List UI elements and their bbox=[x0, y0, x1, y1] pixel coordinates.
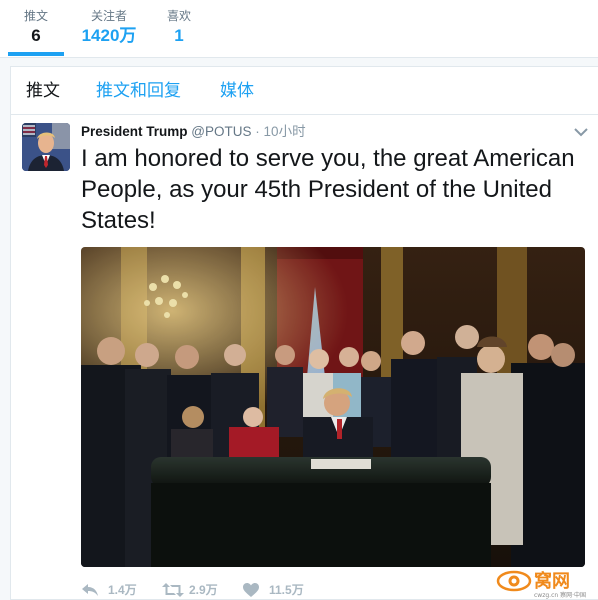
tweet-text: I am honored to serve you, the great Ame… bbox=[81, 145, 575, 234]
header-separator: · bbox=[255, 124, 260, 139]
retweet-count: 2.9万 bbox=[189, 583, 218, 597]
retweet-button[interactable]: 2.9万 bbox=[162, 581, 232, 599]
stat-tweets[interactable]: 推文 6 bbox=[18, 8, 54, 46]
tweet-timestamp[interactable]: 10小时 bbox=[264, 124, 306, 139]
reply-arrow-icon bbox=[82, 584, 98, 596]
chevron-down-icon[interactable] bbox=[574, 125, 588, 137]
tweet-header: President Trump @POTUS · 10小时 bbox=[81, 123, 306, 141]
watermark-sub-text: cwzg.cn 察网·中国 bbox=[534, 591, 586, 599]
tweet-photo[interactable] bbox=[81, 247, 585, 567]
author-avatar[interactable] bbox=[22, 123, 70, 171]
like-button[interactable]: 11.5万 bbox=[242, 581, 312, 599]
watermark-eye-logo-icon: 窝网 cwzg.cn 察网·中国 bbox=[496, 570, 586, 599]
tab-media[interactable]: 媒体 bbox=[220, 80, 254, 102]
site-watermark-logo: 窝网 cwzg.cn 察网·中国 bbox=[494, 566, 598, 600]
stat-likes-value: 1 bbox=[174, 26, 184, 45]
retweet-icon bbox=[162, 583, 184, 597]
stat-followers-value: 1420万 bbox=[81, 26, 137, 45]
photo-signing-ceremony bbox=[81, 247, 585, 567]
stat-likes[interactable]: 喜欢 1 bbox=[160, 8, 198, 46]
heart-icon bbox=[243, 583, 259, 597]
watermark-logo-text: 窝网 bbox=[534, 570, 570, 592]
stat-followers-label: 关注者 bbox=[90, 9, 127, 23]
stat-tweets-value: 6 bbox=[31, 26, 41, 45]
author-name[interactable]: President Trump bbox=[81, 124, 188, 139]
profile-stats-bar: 推文 6 关注者 1420万 喜欢 1 bbox=[0, 0, 598, 58]
stat-tweets-label: 推文 bbox=[23, 9, 48, 23]
timeline-tabs: 推文 推文和回复 媒体 bbox=[11, 67, 598, 115]
tab-tweets-and-replies[interactable]: 推文和回复 bbox=[96, 80, 181, 102]
active-stat-indicator bbox=[8, 52, 64, 56]
author-handle[interactable]: @POTUS bbox=[191, 124, 251, 139]
reply-button[interactable]: 1.4万 bbox=[81, 581, 151, 599]
tab-tweets[interactable]: 推文 bbox=[26, 80, 60, 102]
stat-likes-label: 喜欢 bbox=[166, 9, 191, 23]
reply-count: 1.4万 bbox=[108, 583, 137, 597]
avatar-image bbox=[22, 123, 70, 171]
stat-followers[interactable]: 关注者 1420万 bbox=[78, 8, 140, 46]
like-count: 11.5万 bbox=[269, 583, 304, 597]
timeline-card: 推文 推文和回复 媒体 President Trump @POTUS · 10小… bbox=[10, 66, 598, 600]
